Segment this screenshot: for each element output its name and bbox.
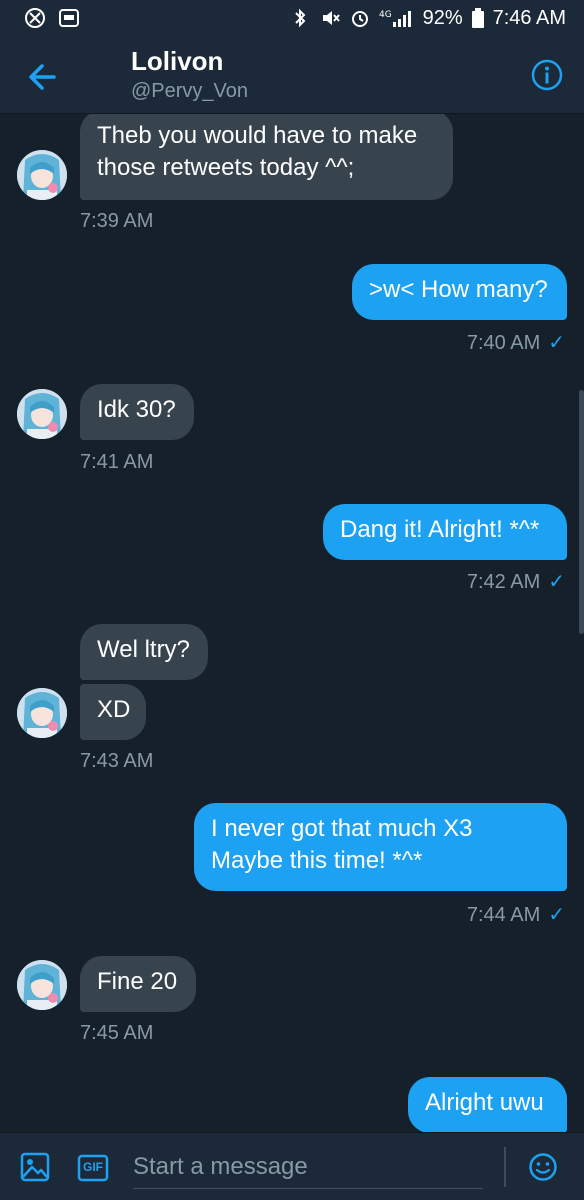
checkmark-icon: ✓ (548, 332, 565, 354)
message-timestamp: 7:44 AM ✓ (466, 904, 565, 926)
status-time: 7:46 AM (492, 6, 566, 29)
message-thread[interactable]: Theb you would have to make those retwee… (0, 114, 584, 1132)
checkmark-icon: ✓ (548, 571, 565, 593)
incoming-message[interactable]: Fine 20 (80, 956, 196, 1012)
divider (504, 1147, 506, 1187)
emoji-icon (529, 1153, 557, 1181)
conversation-title[interactable]: Lolivon (131, 46, 223, 77)
info-button[interactable] (530, 58, 564, 92)
info-icon (531, 59, 563, 91)
back-button[interactable] (24, 58, 62, 96)
incoming-message[interactable]: Wel ltry? (80, 624, 208, 680)
arrow-left-icon (29, 64, 56, 90)
message-timestamp: 7:41 AM (80, 451, 154, 473)
xbox-icon (24, 7, 46, 29)
image-icon (20, 1152, 50, 1182)
outgoing-message[interactable]: >w< How many? (352, 264, 567, 320)
message-timestamp: 7:40 AM ✓ (466, 332, 565, 354)
avatar[interactable] (17, 688, 67, 738)
battery-percent: 92% (422, 6, 463, 29)
message-composer: GIF (0, 1132, 584, 1200)
status-bar: 4G 92% 7:46 AM (0, 0, 584, 36)
svg-text:4G: 4G (379, 10, 392, 20)
conversation-header: Lolivon @Pervy_Von (0, 36, 584, 114)
scrollbar[interactable] (579, 390, 584, 634)
signal-4g-icon: 4G (379, 7, 415, 29)
mute-icon (319, 7, 341, 29)
conversation-handle: @Pervy_Von (131, 80, 249, 102)
anime-avatar-image (17, 688, 67, 738)
message-timestamp: 7:45 AM (80, 1022, 154, 1044)
outgoing-message[interactable]: Dang it! Alright! *^* (323, 504, 567, 560)
add-image-button[interactable] (20, 1152, 50, 1182)
bluetooth-icon (289, 7, 311, 29)
avatar[interactable] (17, 389, 67, 439)
checkmark-icon: ✓ (548, 904, 565, 926)
incoming-message[interactable]: XD (80, 684, 146, 740)
incoming-message[interactable]: Theb you would have to make those retwee… (80, 114, 453, 200)
outgoing-message[interactable]: I never got that much X3 Maybe this time… (194, 803, 567, 891)
gif-label: GIF (83, 1160, 103, 1174)
gif-button[interactable]: GIF (77, 1153, 109, 1183)
emoji-button[interactable] (528, 1152, 558, 1182)
avatar[interactable] (17, 150, 67, 200)
message-input[interactable] (133, 1145, 483, 1189)
anime-avatar-image (17, 150, 67, 200)
outgoing-message[interactable]: Alright uwu (408, 1077, 567, 1132)
alarm-icon (349, 7, 371, 29)
battery-icon (471, 7, 485, 29)
message-timestamp: 7:43 AM (80, 750, 154, 772)
anime-avatar-image (17, 960, 67, 1010)
pay-icon (58, 7, 80, 29)
anime-avatar-image (17, 389, 67, 439)
incoming-message[interactable]: Idk 30? (80, 384, 194, 440)
message-timestamp: 7:42 AM ✓ (466, 571, 565, 593)
message-timestamp: 7:39 AM (80, 210, 154, 232)
avatar[interactable] (17, 960, 67, 1010)
